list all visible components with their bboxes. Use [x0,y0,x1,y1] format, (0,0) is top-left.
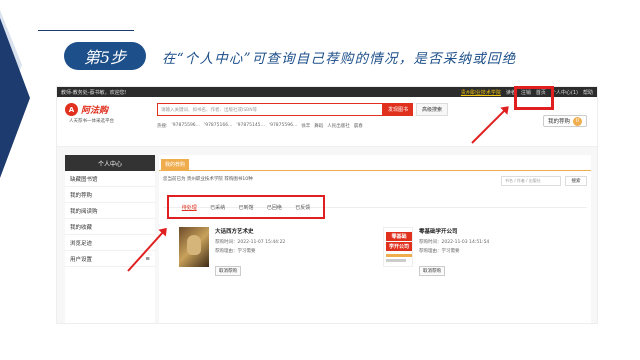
recommend-summary: 您当前已为 贵州职业技术学院 荐购图书10种 [163,177,253,182]
hot-term[interactable]: 徐丰 [301,123,310,129]
book-reason: 荐购理由：学习需要 [215,249,256,254]
sidebar-item-missing-books[interactable]: 缺藏图书馆 [65,171,155,187]
decor-line [38,30,134,31]
hot-term[interactable]: 人民出版社 [327,123,350,129]
tab-my-recommend[interactable]: 我的荐购 [161,159,190,170]
hot-term[interactable]: 晨春 [354,123,363,129]
sidebar-item-favorites[interactable]: 我的收藏 [65,219,155,235]
book-cover-image[interactable]: 零基础 学开公司 [383,227,413,267]
nav-personal-center[interactable]: 个人中心(1) [551,89,578,96]
tab-rejected[interactable]: 已回绝 [267,204,282,211]
book-item: 大话西方艺术史 荐购时间：2022-11-07 15:44:22 荐购理由：学习… [179,227,285,276]
tab-pending[interactable]: 待处理 [182,204,197,211]
hot-term[interactable]: '97875166... [204,123,232,129]
book-title[interactable]: 大话西方艺术史 [215,227,285,235]
hot-term[interactable]: '97875596... [172,123,200,129]
content-body: 个人中心 缺藏图书馆 我的荐购 我的阅读购 我的收藏 浏览足迹 用户设置 ≡ 我的… [57,147,597,323]
logo-mark-icon: A [65,103,78,116]
my-purchase-label: 我的荐购 [547,119,570,125]
search-area: 请输入关键词、如书名、作者、出版社或ISBN等 发现图书 高级搜索 热搜: '9… [157,103,457,129]
hot-label: 热搜: [157,124,168,129]
main-panel: 我的荐购 您当前已为 贵州职业技术学院 荐购图书10种 书名 / 作者 / 出版… [159,155,591,323]
chevron-down-icon: ≡ [145,255,150,262]
cancel-recommend-button[interactable]: 取消荐购 [215,266,241,276]
tab-accepted[interactable]: 已采纳 [210,204,225,211]
cancel-recommend-button[interactable]: 取消荐购 [419,266,445,276]
hot-search: 热搜: '97875596... '97875166... '97875145.… [157,123,457,129]
tab-feedback[interactable]: 已反馈 [295,204,310,211]
book-cover-image[interactable] [179,227,209,267]
sidebar-title: 个人中心 [65,155,155,171]
filter-search-button[interactable]: 搜索 [565,176,587,186]
step-badge: 第5步 [64,42,146,70]
site-logo[interactable]: A 阿法购 人天荐书一体采选平台 [57,103,147,124]
book-time: 荐购时间：2022-11-03 14:51:54 [419,240,490,245]
search-input[interactable]: 请输入关键词、如书名、作者、出版社或ISBN等 [157,103,383,116]
search-button[interactable]: 发现图书 [383,103,414,116]
advanced-search-button[interactable]: 高级搜索 [416,103,449,116]
book-item: 零基础 学开公司 零基础学开公司 荐购时间：2022-11-03 14:51:5… [383,227,489,276]
logo-slogan: 人天荐书一体采选平台 [69,119,114,124]
sidebar-item-my-reading[interactable]: 我的阅读购 [65,203,155,219]
book-title[interactable]: 零基础学开公司 [419,227,489,235]
decor-triangle-dark [0,18,30,178]
tab-underline [159,170,591,171]
my-purchase-count: 0 [573,116,582,126]
logo-brand: 阿法购 [81,106,109,116]
my-purchase-button[interactable]: 我的荐购 0 [542,115,587,127]
tab-arrived[interactable]: 已到馆 [238,204,253,211]
sidebar: 个人中心 缺藏图书馆 我的荐购 我的阅读购 我的收藏 浏览足迹 用户设置 ≡ [65,155,155,323]
hot-term[interactable]: 舞蹈 [314,123,323,129]
book-reason: 荐购理由：学习需要 [419,249,460,254]
book-time: 荐购时间：2022-11-07 15:44:22 [215,240,286,245]
step-description: 在“个人中心”可查询自己荐购的情况，是否采纳或回绝 [162,51,517,67]
personal-center-highlight [514,86,554,110]
filter-input[interactable]: 书名 / 作者 / 出版社 [501,176,561,186]
sidebar-item-history[interactable]: 浏览足迹 [65,235,155,251]
website-screenshot: 教师-教务处-蔡书敏，欢迎您! 贵州职业技术学院 读者 注销 首页 个人中心(1… [56,86,598,324]
slide: 第5步 在“个人中心”可查询自己荐购的情况，是否采纳或回绝 教师-教务处-蔡书敏… [0,0,640,360]
welcome-text: 教师-教务处-蔡书敏，欢迎您! [61,89,127,96]
hot-term[interactable]: '97875145... [236,123,264,129]
school-link[interactable]: 贵州职业技术学院 [461,89,501,96]
sidebar-item-my-recommend[interactable]: 我的荐购 [65,187,155,203]
hot-term[interactable]: '97875596... [269,123,297,129]
nav-help[interactable]: 帮助 [583,89,593,96]
status-tabs: 待处理 已采纳 已到馆 已回绝 已反馈 [167,195,325,219]
